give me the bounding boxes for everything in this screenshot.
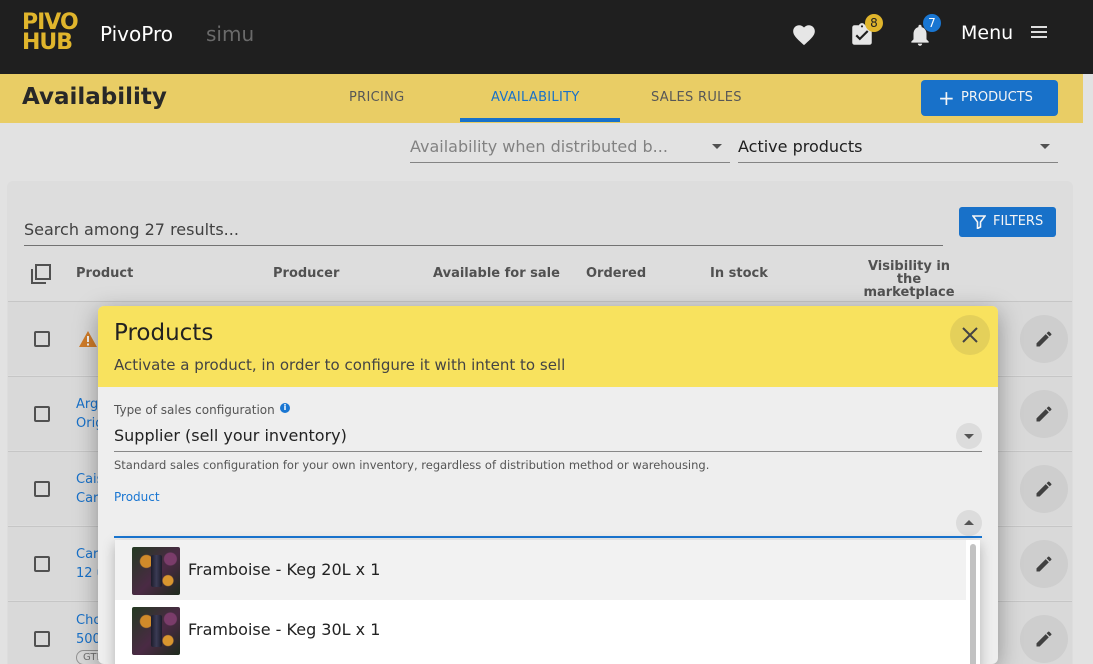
logo-line-2: HUB	[22, 30, 73, 55]
options-scrollbar[interactable]	[970, 544, 976, 664]
product-thumbnail	[132, 607, 180, 655]
product-option[interactable]: Framboise - Keg 30L x 1	[115, 600, 966, 660]
hamburger-icon	[1031, 26, 1047, 38]
product-option[interactable]: Framboise - Keg 20L x 1	[115, 540, 966, 600]
notifications-bell-icon[interactable]: 7	[907, 14, 941, 48]
sales-config-select[interactable]: Supplier (sell your inventory)	[114, 426, 347, 445]
product-options-list: Framboise - Keg 20L x 1 Framboise - Keg …	[115, 540, 980, 664]
menu-label: Menu	[961, 22, 1014, 44]
product-field-underline	[114, 536, 982, 538]
product-option-label: Framboise - Keg 20L x 1	[188, 560, 381, 579]
info-icon[interactable]: i	[280, 403, 290, 413]
dialog-title: Products	[114, 320, 214, 346]
menu-button[interactable]: Menu	[961, 22, 1047, 44]
sales-config-help: Standard sales configuration for your ow…	[114, 458, 710, 472]
dialog-subtitle: Activate a product, in order to configur…	[114, 356, 566, 374]
favorites-heart-icon[interactable]	[791, 22, 817, 48]
product-thumbnail	[132, 547, 180, 595]
sales-config-underline	[114, 451, 982, 452]
app-name: PivoPro	[100, 22, 173, 46]
product-option-label: Framboise - Keg 30L x 1	[188, 620, 381, 639]
chevron-up-icon[interactable]	[956, 510, 982, 536]
notifications-badge: 7	[923, 14, 941, 32]
tasks-badge: 8	[865, 14, 883, 32]
tasks-checklist-icon[interactable]: 8	[849, 14, 883, 48]
close-icon	[962, 327, 978, 343]
product-field-label: Product	[114, 490, 160, 504]
close-button[interactable]	[950, 315, 990, 355]
sales-config-label: Type of sales configuration	[114, 403, 275, 417]
chevron-down-icon[interactable]	[956, 423, 982, 449]
dialog-header: Products Activate a product, in order to…	[98, 306, 998, 387]
app-subtitle: simu	[206, 22, 255, 46]
pivohub-logo[interactable]: PIVO HUB	[22, 12, 82, 55]
top-app-bar: PIVO HUB PivoPro simu 8 7 Menu	[0, 0, 1093, 74]
